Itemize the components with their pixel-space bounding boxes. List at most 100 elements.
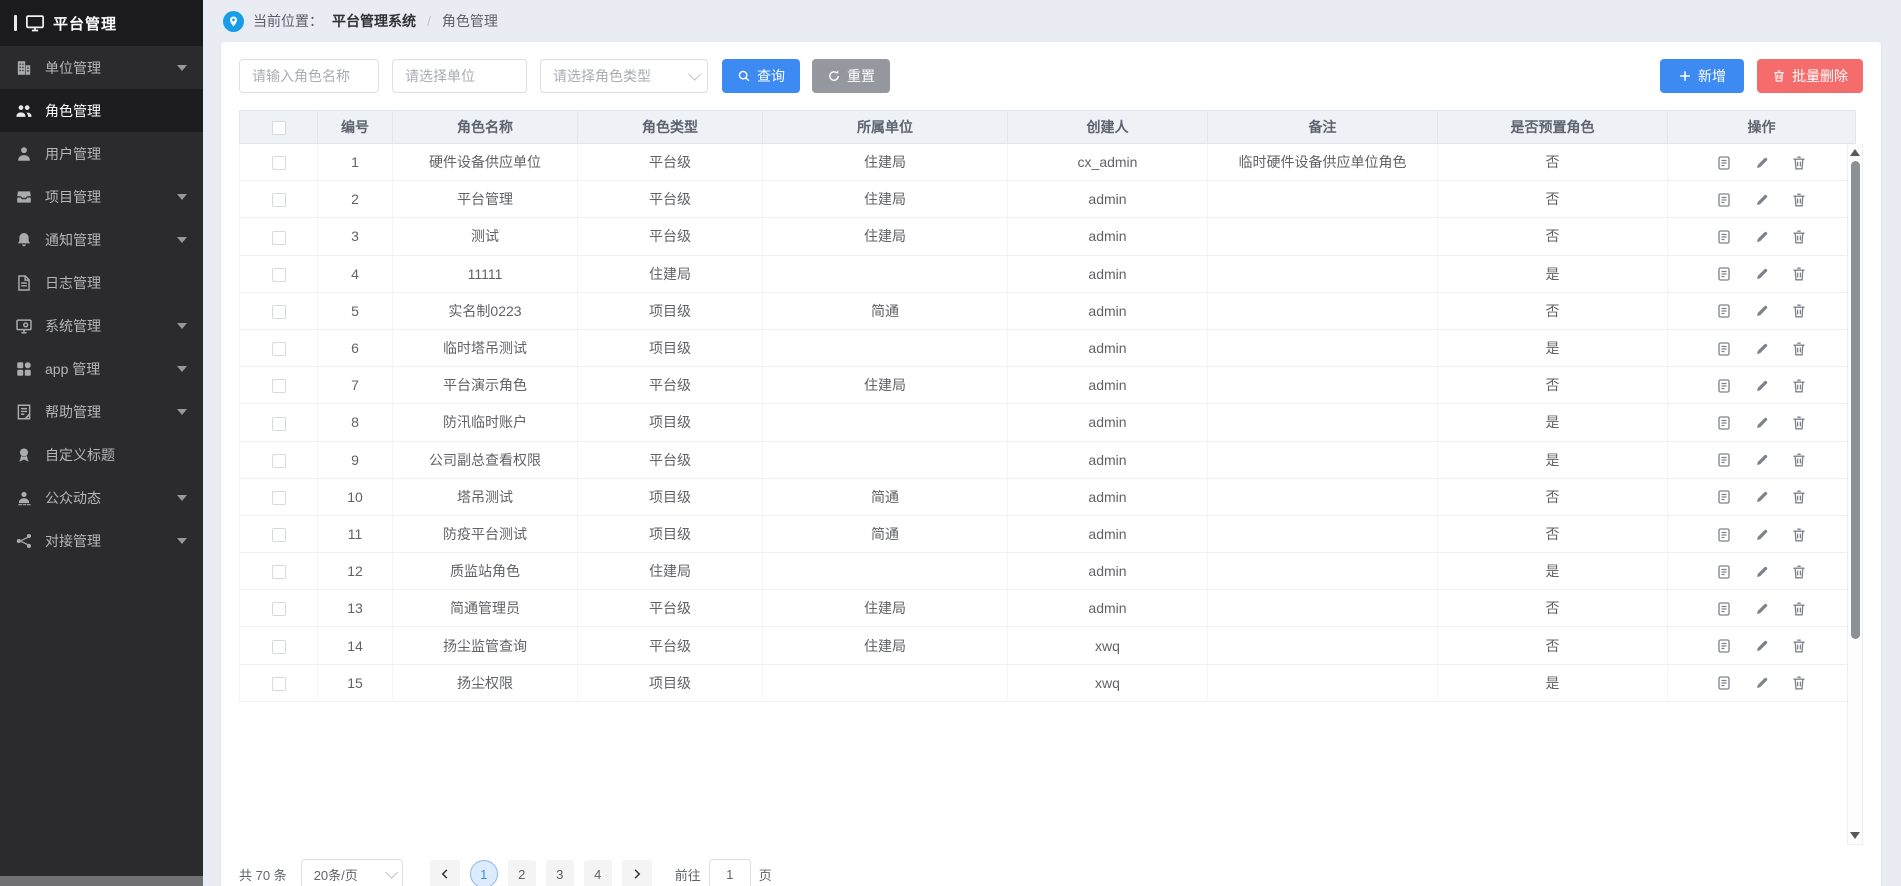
sidebar-item-role-management[interactable]: 角色管理 <box>0 89 203 132</box>
view-icon[interactable] <box>1716 638 1732 654</box>
view-icon[interactable] <box>1716 452 1732 468</box>
breadcrumb-prefix: 当前位置： <box>253 11 323 31</box>
view-icon[interactable] <box>1716 415 1732 431</box>
delete-icon[interactable] <box>1791 155 1807 171</box>
delete-icon[interactable] <box>1791 638 1807 654</box>
edit-icon[interactable] <box>1754 564 1770 580</box>
row-checkbox[interactable] <box>272 677 286 691</box>
edit-icon[interactable] <box>1754 266 1770 282</box>
edit-icon[interactable] <box>1754 303 1770 319</box>
sidebar-item-public-dynamics[interactable]: 公众动态 <box>0 476 203 519</box>
page-size-select[interactable]: 20条/页 <box>301 859 403 886</box>
page-button-3[interactable]: 3 <box>546 860 574 886</box>
row-checkbox[interactable] <box>272 268 286 282</box>
delete-icon[interactable] <box>1791 192 1807 208</box>
scroll-down-arrow-icon[interactable] <box>1850 832 1860 839</box>
sidebar-item-log-management[interactable]: 日志管理 <box>0 261 203 304</box>
scroll-up-arrow-icon[interactable] <box>1850 149 1860 156</box>
cell-unit <box>763 441 1008 478</box>
next-page-button[interactable] <box>622 860 652 886</box>
sidebar-item-project-management[interactable]: 项目管理 <box>0 175 203 218</box>
edit-icon[interactable] <box>1754 192 1770 208</box>
sidebar-item-help-management[interactable]: 帮助管理 <box>0 390 203 433</box>
row-checkbox[interactable] <box>272 156 286 170</box>
delete-icon[interactable] <box>1791 564 1807 580</box>
delete-icon[interactable] <box>1791 378 1807 394</box>
edit-icon[interactable] <box>1754 489 1770 505</box>
edit-icon[interactable] <box>1754 341 1770 357</box>
row-checkbox[interactable] <box>272 565 286 579</box>
column-header-remark: 备注 <box>1208 111 1438 144</box>
edit-icon[interactable] <box>1754 229 1770 245</box>
cell-role-name: 实名制0223 <box>393 292 578 329</box>
sidebar-item-user-management[interactable]: 用户管理 <box>0 132 203 175</box>
view-icon[interactable] <box>1716 675 1732 691</box>
view-icon[interactable] <box>1716 489 1732 505</box>
row-checkbox[interactable] <box>272 305 286 319</box>
sidebar-item-notice-management[interactable]: 通知管理 <box>0 218 203 261</box>
row-checkbox[interactable] <box>272 528 286 542</box>
sidebar-item-docking-management[interactable]: 对接管理 <box>0 519 203 562</box>
edit-icon[interactable] <box>1754 452 1770 468</box>
edit-icon[interactable] <box>1754 415 1770 431</box>
sidebar-item-system-management[interactable]: 系统管理 <box>0 304 203 347</box>
view-icon[interactable] <box>1716 378 1732 394</box>
view-icon[interactable] <box>1716 564 1732 580</box>
edit-icon[interactable] <box>1754 675 1770 691</box>
row-checkbox[interactable] <box>272 491 286 505</box>
search-button[interactable]: 查询 <box>722 59 800 93</box>
delete-icon[interactable] <box>1791 341 1807 357</box>
view-icon[interactable] <box>1716 527 1732 543</box>
row-checkbox[interactable] <box>272 193 286 207</box>
edit-icon[interactable] <box>1754 378 1770 394</box>
sidebar-item-custom-title[interactable]: 自定义标题 <box>0 433 203 476</box>
batch-delete-button[interactable]: 批量删除 <box>1757 59 1863 93</box>
unit-input[interactable] <box>392 59 527 93</box>
edit-icon[interactable] <box>1754 601 1770 617</box>
page-button-4[interactable]: 4 <box>584 860 612 886</box>
row-checkbox[interactable] <box>272 342 286 356</box>
sidebar-item-app-management[interactable]: app 管理 <box>0 347 203 390</box>
page-button-1[interactable]: 1 <box>470 860 498 886</box>
row-checkbox[interactable] <box>272 379 286 393</box>
view-icon[interactable] <box>1716 601 1732 617</box>
search-icon <box>737 69 751 83</box>
row-checkbox[interactable] <box>272 417 286 431</box>
view-icon[interactable] <box>1716 341 1732 357</box>
row-checkbox[interactable] <box>272 640 286 654</box>
select-all-checkbox[interactable] <box>272 121 286 135</box>
cell-role-name: 11111 <box>393 255 578 292</box>
delete-icon[interactable] <box>1791 303 1807 319</box>
view-icon[interactable] <box>1716 155 1732 171</box>
role-type-select[interactable]: 请选择角色类型 <box>540 59 708 93</box>
view-icon[interactable] <box>1716 303 1732 319</box>
delete-icon[interactable] <box>1791 452 1807 468</box>
delete-icon[interactable] <box>1791 527 1807 543</box>
delete-icon[interactable] <box>1791 601 1807 617</box>
view-icon[interactable] <box>1716 266 1732 282</box>
edit-icon[interactable] <box>1754 638 1770 654</box>
delete-icon[interactable] <box>1791 675 1807 691</box>
delete-icon[interactable] <box>1791 489 1807 505</box>
add-button[interactable]: 新增 <box>1660 59 1744 93</box>
delete-icon[interactable] <box>1791 229 1807 245</box>
edit-icon[interactable] <box>1754 527 1770 543</box>
delete-icon[interactable] <box>1791 415 1807 431</box>
row-checkbox[interactable] <box>272 231 286 245</box>
prev-page-button[interactable] <box>430 860 460 886</box>
table-scrollbar-thumb[interactable] <box>1851 161 1860 639</box>
sidebar-horizontal-scrollbar[interactable] <box>0 876 203 886</box>
delete-icon[interactable] <box>1791 266 1807 282</box>
edit-icon[interactable] <box>1754 155 1770 171</box>
role-name-input[interactable] <box>239 59 379 93</box>
sidebar-item-unit-management[interactable]: 单位管理 <box>0 46 203 89</box>
goto-page-input[interactable] <box>709 859 751 886</box>
reset-button[interactable]: 重置 <box>812 59 890 93</box>
row-checkbox[interactable] <box>272 602 286 616</box>
page-button-2[interactable]: 2 <box>508 860 536 886</box>
view-icon[interactable] <box>1716 192 1732 208</box>
view-icon[interactable] <box>1716 229 1732 245</box>
breadcrumb-root[interactable]: 平台管理系统 <box>332 11 416 31</box>
table-row: 10 塔吊测试 项目级 简通 admin 否 <box>240 478 1856 515</box>
row-checkbox[interactable] <box>272 454 286 468</box>
